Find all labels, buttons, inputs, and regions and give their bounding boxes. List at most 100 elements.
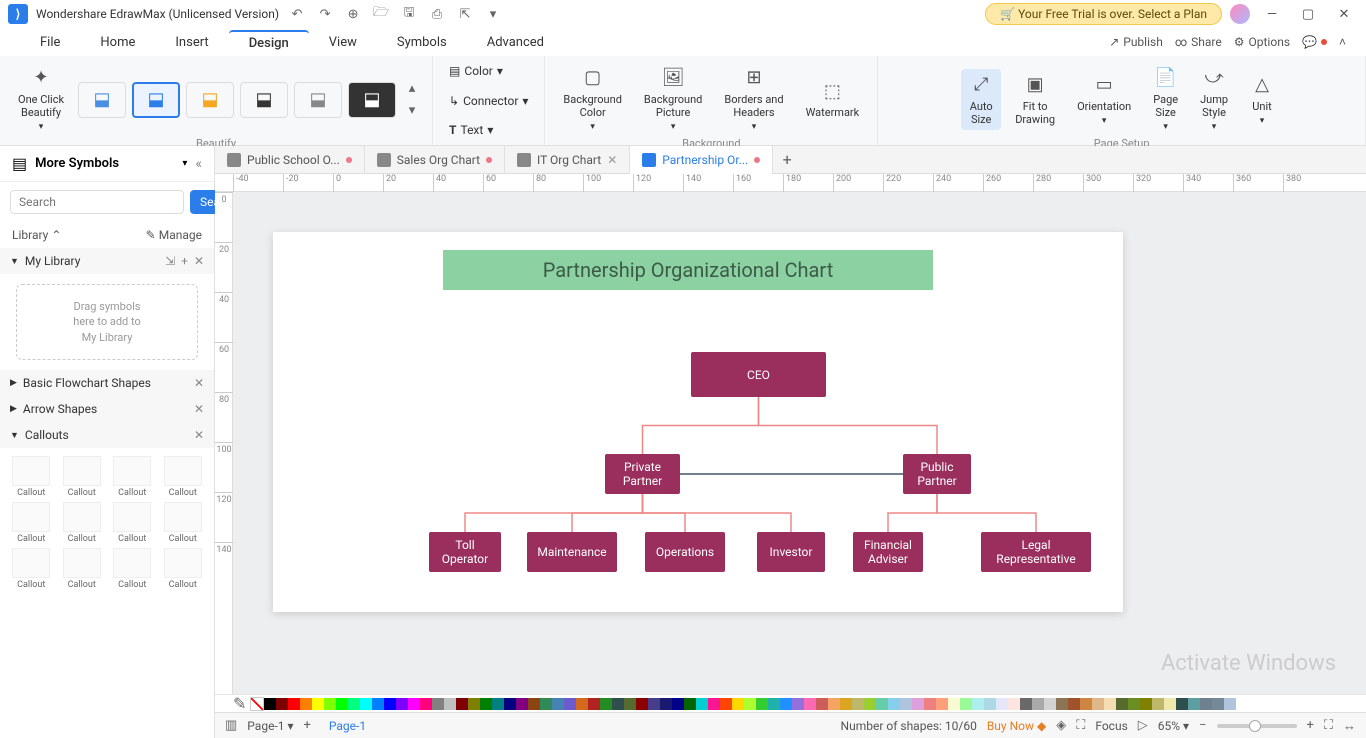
undo-button[interactable]: ↶ [287, 4, 307, 24]
focus-button[interactable]: Focus [1095, 719, 1127, 733]
color-swatch[interactable] [1164, 698, 1176, 710]
collapse-ribbon-button[interactable]: ˄ [1339, 35, 1346, 49]
fullscreen-button[interactable]: ⛶ [1076, 718, 1085, 733]
add-page-button[interactable]: + [304, 718, 311, 733]
color-swatch[interactable] [936, 698, 948, 710]
color-swatch[interactable] [708, 698, 720, 710]
color-swatch[interactable] [444, 698, 456, 710]
color-swatch[interactable] [1032, 698, 1044, 710]
page-size-button[interactable]: 📄Page Size▾ [1145, 62, 1186, 137]
manage-link[interactable]: ✎ Manage [146, 228, 202, 242]
callout-shape[interactable]: Callout [59, 502, 106, 544]
org-node-maint[interactable]: Maintenance [527, 532, 617, 572]
user-avatar[interactable] [1230, 4, 1250, 24]
color-swatch[interactable] [696, 698, 708, 710]
close-section-button[interactable]: ✕ [194, 376, 204, 390]
callout-shape[interactable]: Callout [160, 502, 207, 544]
color-swatch[interactable] [1188, 698, 1200, 710]
color-swatch[interactable] [996, 698, 1008, 710]
callout-shape[interactable]: Callout [59, 548, 106, 590]
color-swatch[interactable] [816, 698, 828, 710]
color-swatch[interactable] [624, 698, 636, 710]
color-swatch[interactable] [768, 698, 780, 710]
library-link[interactable]: Library ⌃ [12, 228, 61, 242]
chart-title[interactable]: Partnership Organizational Chart [443, 250, 933, 290]
watermark-button[interactable]: ⬚Watermark [798, 75, 868, 123]
doctab[interactable]: Sales Org Chart [365, 146, 505, 174]
dropzone[interactable]: Drag symbols here to add to My Library [16, 284, 198, 360]
color-swatch[interactable] [1200, 698, 1212, 710]
sidebar-collapse-button[interactable]: « [195, 156, 202, 172]
color-swatch[interactable] [528, 698, 540, 710]
theme-swatch-6[interactable]: ⬓ [348, 82, 396, 118]
callout-shape[interactable]: Callout [109, 502, 156, 544]
color-swatch[interactable] [972, 698, 984, 710]
print-button[interactable]: ⎙ [427, 4, 447, 24]
color-swatch[interactable] [1044, 698, 1056, 710]
callout-shape[interactable]: Callout [160, 548, 207, 590]
color-swatch[interactable] [468, 698, 480, 710]
bg-picture-button[interactable]: 🖼Background Picture▾ [636, 62, 710, 137]
color-swatch[interactable] [552, 698, 564, 710]
menu-insert[interactable]: Insert [155, 31, 228, 54]
theme-swatch-1[interactable]: ⬓ [78, 82, 126, 118]
color-swatch[interactable] [648, 698, 660, 710]
color-swatch[interactable] [636, 698, 648, 710]
color-swatch[interactable] [576, 698, 588, 710]
color-swatch[interactable] [840, 698, 852, 710]
color-swatch[interactable] [888, 698, 900, 710]
menu-file[interactable]: File [20, 31, 80, 54]
close-section-button[interactable]: ✕ [194, 402, 204, 416]
export-button[interactable]: ⇱ [455, 4, 475, 24]
close-button[interactable]: ✕ [1330, 0, 1358, 28]
color-swatch[interactable] [600, 698, 612, 710]
callout-shape[interactable]: Callout [109, 548, 156, 590]
callout-shape[interactable]: Callout [8, 456, 55, 498]
redo-button[interactable]: ↷ [315, 4, 335, 24]
menu-advanced[interactable]: Advanced [467, 31, 564, 54]
org-node-ceo[interactable]: CEO [691, 352, 826, 397]
org-node-inv[interactable]: Investor [757, 532, 825, 572]
callout-shape[interactable]: Callout [8, 502, 55, 544]
color-swatch[interactable] [1020, 698, 1032, 710]
color-swatch[interactable] [432, 698, 444, 710]
color-swatch[interactable] [720, 698, 732, 710]
layers-button[interactable]: ◈ [1056, 718, 1066, 733]
org-node-pub[interactable]: Public Partner [903, 454, 971, 494]
callout-shape[interactable]: Callout [109, 456, 156, 498]
bg-color-button[interactable]: ▢Background Color▾ [555, 62, 629, 137]
color-swatch[interactable] [276, 698, 288, 710]
org-node-priv[interactable]: Private Partner [605, 454, 680, 494]
color-swatch[interactable] [1212, 698, 1224, 710]
org-node-legal[interactable]: Legal Representative [981, 532, 1091, 572]
zoom-slider[interactable] [1217, 724, 1297, 728]
add-tab-button[interactable]: + [773, 150, 801, 169]
color-swatch[interactable] [288, 698, 300, 710]
org-node-ops[interactable]: Operations [645, 532, 725, 572]
color-swatch[interactable] [1152, 698, 1164, 710]
org-node-toll[interactable]: Toll Operator [429, 532, 501, 572]
callout-shape[interactable]: Callout [8, 548, 55, 590]
menu-symbols[interactable]: Symbols [377, 31, 467, 54]
zoom-in-button[interactable]: + [1307, 718, 1314, 733]
color-swatch[interactable] [384, 698, 396, 710]
options-button[interactable]: ⚙Options [1234, 35, 1290, 49]
trial-banner[interactable]: 🛒 Your Free Trial is over. Select a Plan [985, 3, 1222, 25]
color-swatch[interactable] [588, 698, 600, 710]
color-swatch[interactable] [1224, 698, 1236, 710]
doctab[interactable]: Public School O... [215, 146, 365, 174]
zoom-thumb[interactable] [1249, 720, 1261, 732]
connector-menu[interactable]: ↳Connector ▾ [443, 92, 534, 110]
eyedropper-icon[interactable]: ✎ [233, 694, 246, 713]
color-swatch[interactable] [264, 698, 276, 710]
doctab[interactable]: IT Org Chart✕ [505, 146, 630, 174]
color-swatch[interactable] [1092, 698, 1104, 710]
one-click-beautify-button[interactable]: ✦ One Click Beautify ▾ [10, 62, 72, 137]
color-swatch[interactable] [516, 698, 528, 710]
color-swatch[interactable] [1056, 698, 1068, 710]
import-button[interactable]: ⇲ [165, 254, 175, 268]
page-selector[interactable]: Page-1 ▾ [247, 719, 293, 733]
color-swatch[interactable] [672, 698, 684, 710]
unit-button[interactable]: △Unit▾ [1242, 69, 1282, 131]
fit-width-button[interactable]: ↔ [1343, 718, 1356, 734]
